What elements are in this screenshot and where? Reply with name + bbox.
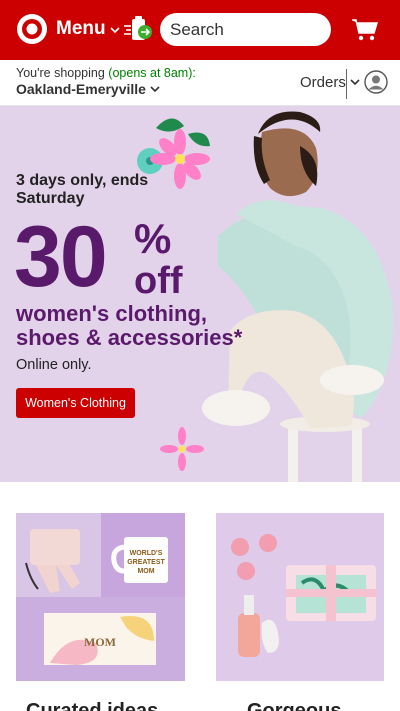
search-bar: [160, 13, 331, 46]
gorgeous-card[interactable]: [216, 513, 384, 681]
chevron-down-icon: [150, 85, 160, 92]
account-icon[interactable]: [364, 70, 388, 94]
cart-icon[interactable]: [352, 18, 378, 42]
store-bar: You're shopping (opens at 8am): Oakland-…: [0, 60, 400, 106]
svg-text:WORLD'S: WORLD'S: [130, 550, 163, 557]
menu-button[interactable]: Menu: [56, 18, 120, 40]
hero-tagline: 3 days only, ends Saturday: [16, 172, 149, 207]
chevron-down-icon: [110, 26, 120, 33]
chevron-down-icon[interactable]: [350, 79, 360, 86]
svg-text:MOM: MOM: [84, 635, 116, 649]
svg-text:MOM: MOM: [137, 568, 154, 575]
hero-headline: women's clothing, shoes & accessories*: [16, 301, 243, 350]
store-selector[interactable]: Oakland-Emeryville: [16, 81, 160, 97]
card-title[interactable]: Curated ideas: [26, 700, 158, 711]
discount-off-label: off: [134, 260, 183, 302]
hero-banner[interactable]: 3 days only, ends Saturday 30 % off wome…: [0, 106, 400, 482]
orders-link[interactable]: Orders: [300, 74, 346, 91]
beauty-gifts-image: [216, 513, 384, 681]
top-header: Menu: [0, 0, 400, 60]
card-title[interactable]: Gorgeous: [247, 700, 341, 711]
discount-number: 30: [14, 209, 108, 305]
shopping-status: You're shopping (opens at 8am):: [16, 66, 196, 80]
shopping-prefix: You're shopping: [16, 66, 105, 80]
curated-ideas-card[interactable]: WORLD'S GREATEST MOM MOM: [16, 513, 185, 681]
divider: [346, 69, 347, 99]
store-open-status: (opens at 8am):: [108, 66, 196, 80]
hero-note: Online only.: [16, 357, 92, 373]
search-input[interactable]: [160, 13, 331, 46]
womens-clothing-button[interactable]: Women's Clothing: [16, 388, 135, 418]
menu-label: Menu: [56, 18, 106, 39]
gift-collage-image: WORLD'S GREATEST MOM MOM: [16, 513, 185, 681]
target-logo-icon[interactable]: [16, 13, 48, 45]
flower-decoration-icon: [160, 427, 204, 471]
model-photo: [202, 111, 393, 482]
svg-text:GREATEST: GREATEST: [127, 559, 165, 566]
store-name: Oakland-Emeryville: [16, 81, 146, 97]
drive-up-icon[interactable]: [124, 16, 154, 44]
discount-percent-sign: %: [134, 215, 172, 262]
